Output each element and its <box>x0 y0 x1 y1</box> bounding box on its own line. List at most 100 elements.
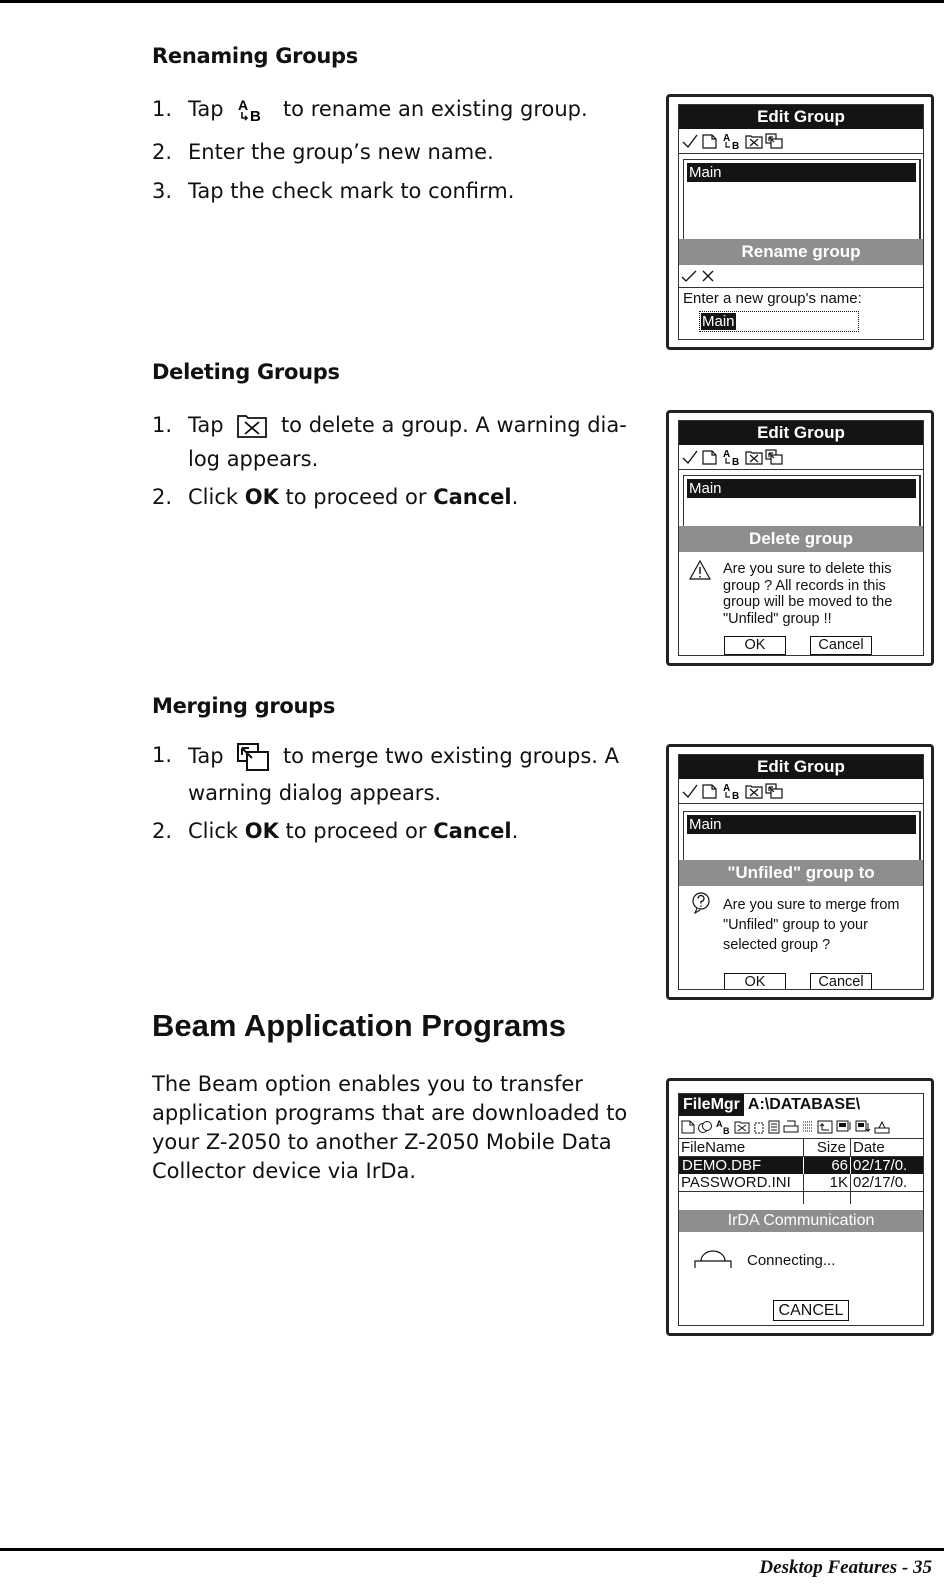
file-size: 66 <box>803 1156 851 1174</box>
new-file-icon[interactable] <box>681 1120 695 1134</box>
merge-icon <box>236 742 270 772</box>
step-text: Tap the check mark to confirm. <box>188 179 515 203</box>
new-icon[interactable] <box>701 449 719 465</box>
group-list-item-selected[interactable]: Main <box>687 163 916 182</box>
message-line: "Unfiled" group !! <box>723 610 832 627</box>
step-number: 1. <box>152 97 173 121</box>
up-folder-icon[interactable] <box>817 1120 833 1134</box>
delete-icon <box>236 413 268 439</box>
svg-text:A: A <box>723 783 730 794</box>
check-icon[interactable] <box>681 133 699 149</box>
heading-beam-application-programs: Beam Application Programs <box>152 1008 567 1043</box>
column-header-size[interactable]: Size <box>803 1139 851 1157</box>
file-row-selected[interactable]: DEMO.DBF 66 02/17/0. <box>679 1156 923 1174</box>
irda-dialog: Connecting... CANCEL <box>679 1232 923 1325</box>
cancel-button[interactable]: Cancel <box>810 973 872 989</box>
cancel-reference: Cancel <box>433 485 512 509</box>
group-list-item-selected[interactable]: Main <box>687 815 916 834</box>
file-size: 1K <box>803 1174 851 1192</box>
message-line: group will be moved to the <box>723 594 893 610</box>
top-rule <box>0 0 944 3</box>
merge-icon[interactable] <box>765 783 783 799</box>
upload-icon[interactable] <box>836 1120 852 1134</box>
dialog-title: Delete group <box>679 526 923 552</box>
delete-message: Are you sure to delete this group ? All … <box>723 561 892 627</box>
delete-dialog: Are you sure to delete this group ? All … <box>679 552 923 655</box>
beam-icon[interactable] <box>874 1120 890 1134</box>
merge-icon[interactable] <box>765 449 783 465</box>
edit-group-toolbar: AB <box>679 779 923 804</box>
delete-icon[interactable] <box>734 1120 750 1134</box>
message-line: selected group ? <box>723 937 831 953</box>
rename-icon: AB <box>236 97 270 123</box>
copy-icon[interactable] <box>698 1120 712 1134</box>
step-number: 2. <box>152 140 173 164</box>
step-number: 1. <box>152 743 173 767</box>
ok-reference: OK <box>244 819 279 843</box>
rename-icon[interactable]: AB <box>721 448 743 466</box>
bottom-rule <box>0 1548 944 1551</box>
delete-icon[interactable] <box>745 133 763 149</box>
new-icon[interactable] <box>701 133 719 149</box>
group-list-item-selected[interactable]: Main <box>687 479 916 498</box>
ok-reference: OK <box>244 485 279 509</box>
svg-text:B: B <box>250 108 261 123</box>
rename-icon[interactable]: AB <box>715 1119 731 1135</box>
ok-button[interactable]: OK <box>724 973 786 989</box>
delete-group-screenshot: Edit Group AB Main Delete group Are you … <box>666 410 934 666</box>
dialog-toolbar <box>679 265 923 288</box>
file-table: FileName Size Date DEMO.DBF 66 02/17/0. … <box>679 1139 923 1204</box>
step-text: to rename an existing group. <box>282 97 588 121</box>
properties-icon[interactable] <box>768 1120 780 1134</box>
dialog-title: IrDA Communication <box>679 1210 923 1232</box>
step-text: to proceed or <box>278 819 434 843</box>
column-header-date[interactable]: Date <box>851 1139 924 1157</box>
close-icon[interactable] <box>701 269 715 283</box>
app-label: FileMgr <box>679 1094 744 1116</box>
ok-button[interactable]: OK <box>724 636 786 655</box>
rename-icon[interactable]: AB <box>721 782 743 800</box>
irda-icon <box>693 1248 733 1270</box>
list-view-icon[interactable] <box>802 1120 814 1134</box>
print-icon[interactable] <box>783 1120 799 1134</box>
column-header-filename[interactable]: FileName <box>679 1139 804 1157</box>
download-icon[interactable] <box>855 1120 871 1134</box>
svg-text:B: B <box>732 791 739 800</box>
file-row[interactable]: PASSWORD.INI 1K 02/17/0. <box>679 1174 923 1192</box>
step-text: to proceed or <box>278 485 434 509</box>
heading-merging-groups: Merging groups <box>152 694 336 718</box>
svg-text:B: B <box>723 1126 730 1135</box>
connection-status: Connecting... <box>747 1252 836 1269</box>
merge-icon[interactable] <box>765 133 783 149</box>
file-name: DEMO.DBF <box>679 1156 804 1174</box>
rename-group-screenshot: Edit Group AB Main Rename group Enter a … <box>666 94 934 350</box>
dialog-title: "Unfiled" group to <box>679 860 923 886</box>
rename-prompt: Enter a new group's name: <box>683 290 862 307</box>
file-date: 02/17/0. <box>853 1157 908 1174</box>
screen-title: Edit Group <box>679 105 923 129</box>
paste-icon[interactable] <box>753 1120 765 1134</box>
message-line: Are you sure to merge from <box>723 897 900 913</box>
heading-deleting-groups: Deleting Groups <box>152 360 340 384</box>
screen-title: Edit Group <box>679 421 923 445</box>
step-number: 3. <box>152 179 173 203</box>
confirm-check-icon[interactable] <box>681 269 697 283</box>
cancel-button[interactable]: CANCEL <box>773 1300 849 1321</box>
merge-group-screenshot: Edit Group AB Main "Unfiled" group to Ar… <box>666 744 934 1000</box>
dialog-title: Rename group <box>679 239 923 265</box>
step-number: 2. <box>152 819 173 843</box>
check-icon[interactable] <box>681 449 699 465</box>
delete-icon[interactable] <box>745 449 763 465</box>
svg-text:B: B <box>732 457 739 466</box>
group-name-input[interactable]: Main <box>699 311 859 332</box>
step-text: Tap <box>188 744 224 768</box>
svg-text:A: A <box>723 133 730 144</box>
step-number: 1. <box>152 413 173 437</box>
new-icon[interactable] <box>701 783 719 799</box>
delete-icon[interactable] <box>745 783 763 799</box>
rename-icon[interactable]: AB <box>721 132 743 150</box>
check-icon[interactable] <box>681 783 699 799</box>
warning-icon <box>689 560 711 580</box>
cancel-button[interactable]: Cancel <box>810 636 872 655</box>
file-table-header: FileName Size Date <box>679 1139 923 1157</box>
